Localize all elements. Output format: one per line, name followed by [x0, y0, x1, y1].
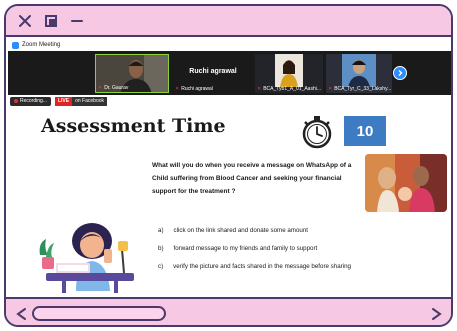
zoom-window-title: Zoom Meeting: [22, 42, 61, 48]
timer-counter: 10: [344, 116, 386, 146]
participant-name: Ruchi agrawal: [181, 86, 213, 92]
participant-tile-aashi[interactable]: ✕ BCA_Tyb1_A_01_Aashi...: [255, 54, 323, 93]
live-indicator[interactable]: LIVE on Facebook: [54, 96, 108, 106]
option-c[interactable]: c) verify the picture and facts shared i…: [158, 263, 351, 281]
participant-tile-ruchi[interactable]: Ruchi agrawal ✕ Ruchi agrawal: [173, 54, 253, 93]
zoom-logo-icon: [12, 41, 19, 49]
recording-label: Recording...: [20, 98, 47, 104]
recording-indicator[interactable]: Recording...: [10, 96, 51, 106]
option-letter: c): [158, 263, 164, 270]
participant-gallery: ✕ Dr. Gaurav Ruchi agrawal ✕ Ruchi agrawal…: [8, 51, 451, 95]
slide-title: Assessment Time: [41, 115, 226, 137]
option-a[interactable]: a) click on the link shared and donate s…: [158, 227, 351, 245]
option-b[interactable]: b) forward message to my friends and fam…: [158, 245, 351, 263]
option-text: forward message to my friends and family…: [173, 245, 318, 252]
chevron-left-icon: [16, 308, 26, 320]
news-photo: [365, 154, 447, 212]
recording-bar: Recording... LIVE on Facebook: [8, 95, 451, 107]
chevron-right-icon: [398, 70, 403, 76]
live-platform: on Facebook: [72, 96, 108, 106]
horizontal-scrollbar-thumb[interactable]: [32, 306, 166, 321]
option-letter: a): [158, 227, 164, 234]
answer-options: a) click on the link shared and donate s…: [158, 227, 351, 281]
scroll-right-button[interactable]: [430, 307, 444, 321]
minus-icon[interactable]: [68, 12, 86, 30]
bottom-bar: [6, 297, 451, 325]
stopwatch-icon: [300, 115, 334, 154]
option-letter: b): [158, 245, 164, 252]
app-window: Zoom Meeting ✕ Dr. Gaurav Ruchi agrawal ✕…: [4, 4, 453, 327]
zoom-title-bar: Zoom Meeting: [8, 39, 451, 51]
option-text: verify the picture and facts shared in t…: [173, 263, 351, 270]
x-icon[interactable]: [16, 12, 34, 30]
shared-screen: Zoom Meeting ✕ Dr. Gaurav Ruchi agrawal ✕…: [8, 39, 451, 297]
student-illustration: [36, 219, 142, 297]
participant-tile-lakshy[interactable]: ✕ BCA_Tyr_C_33_Lakshy...: [326, 54, 392, 93]
participant-big-name: Ruchi agrawal: [189, 68, 237, 75]
live-badge: LIVE: [54, 96, 73, 106]
option-text: click on the link shared and donate some…: [173, 227, 309, 234]
scroll-left-button[interactable]: [14, 307, 28, 321]
participant-name: BCA_Tyb1_A_01_Aashi...: [263, 86, 322, 92]
title-bar: [6, 6, 451, 37]
square-icon[interactable]: [42, 12, 60, 30]
next-page-button[interactable]: [393, 66, 407, 80]
presentation-slide: Assessment Time 10 What will you do when…: [8, 107, 451, 297]
participant-name: Dr. Gaurav: [104, 85, 129, 91]
participant-name: BCA_Tyr_C_33_Lakshy...: [334, 86, 392, 92]
question-text: What will you do when you receive a mess…: [152, 162, 352, 195]
participant-tile-gaurav[interactable]: ✕ Dr. Gaurav: [95, 54, 169, 93]
chevron-right-icon: [432, 308, 442, 320]
record-dot-icon: [14, 99, 18, 103]
